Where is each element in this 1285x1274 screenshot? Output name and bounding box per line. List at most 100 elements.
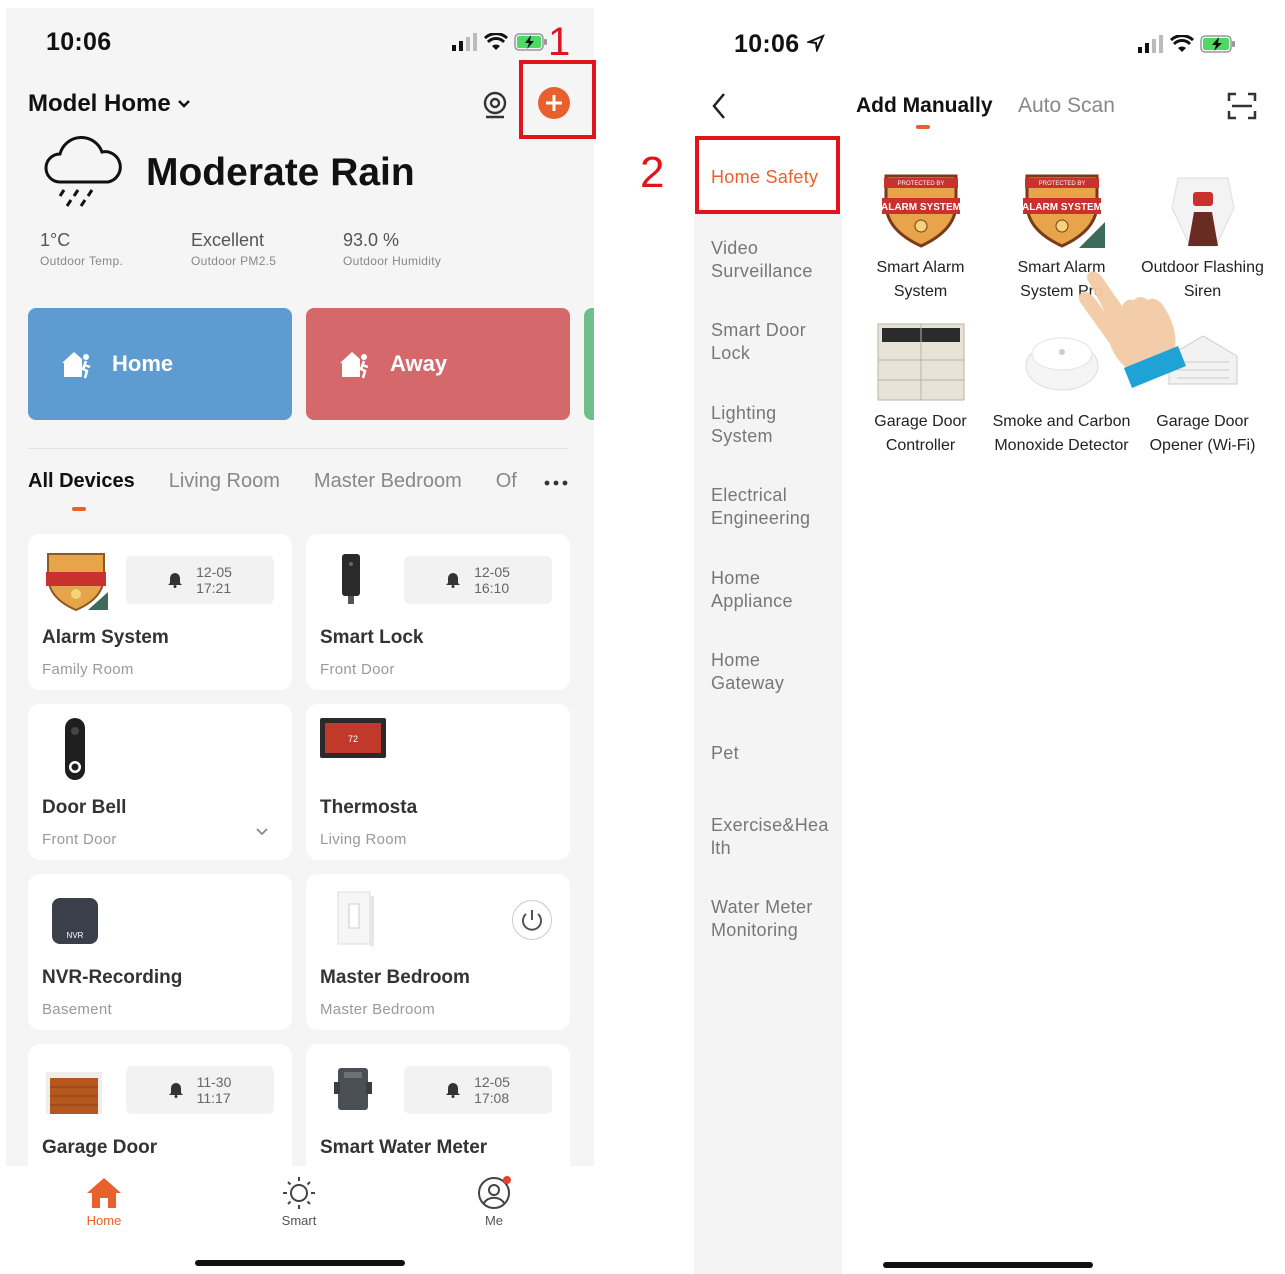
smart-lock-icon [342,554,360,604]
device-card-smart-lock[interactable]: 12-05 16:10 Smart Lock Front Door [306,534,570,690]
scene-away-label: Away [390,351,448,376]
scene-partial-card[interactable] [584,308,594,420]
profile-icon [478,1176,511,1209]
chevron-down-icon [177,100,190,108]
event-date: 12-05 [196,564,232,580]
category-electrical-engineering[interactable]: Electrical Engineering [711,484,829,530]
weather-pm25-label: Outdoor PM2.5 [191,254,277,268]
room-tabs: All Devices Living Room Master Bedroom O… [28,470,551,493]
water-meter-icon [334,1068,372,1110]
alarm-system-pro-badge-icon: PROTECTED BY ALARM SYSTEM [1022,174,1105,248]
tab-smart[interactable]: Smart [259,1176,339,1228]
category-exercise-health[interactable]: Exercise&Health [711,814,829,860]
bottom-tab-bar: Home Smart Me [6,1166,594,1274]
weather-condition: Moderate Rain [146,151,415,194]
power-button[interactable] [512,900,552,940]
annotation-box-2 [695,136,840,214]
status-time: 10:06 [46,28,112,56]
chevron-down-icon[interactable] [256,828,268,836]
weather-temp-value: 1°C [40,230,71,250]
category-video-surveillance[interactable]: Video Surveillance [711,237,829,283]
tab-add-manually[interactable]: Add Manually [856,94,993,118]
device-card-nvr[interactable]: NVR NVR-Recording Basement [28,874,292,1030]
tab-all-devices[interactable]: All Devices [28,470,135,493]
garage-event-badge: 11-30 11:17 [126,1066,274,1114]
wifi-icon [484,33,508,50]
tab-home-label: Home [86,1213,122,1228]
home-selector[interactable]: Model Home [28,90,191,118]
battery-charging-icon [514,33,547,51]
tab-master-bedroom[interactable]: Master Bedroom [314,470,462,493]
sun-icon [283,1177,315,1209]
event-time: 17:08 [474,1090,510,1106]
tab-me[interactable]: Me [454,1176,534,1228]
status-icons [452,32,548,52]
product-garage-door-controller[interactable]: Garage Door Controller [850,320,991,458]
bell-icon [168,573,183,588]
tab-office[interactable]: Of [496,470,517,493]
badge-protected-text: PROTECTED BY [1038,181,1085,187]
scan-icon[interactable] [1226,91,1258,121]
badge-protected-text: PROTECTED BY [897,181,944,187]
product-name: Smoke and Carbon Monoxide Detector [992,413,1131,454]
active-tab-indicator [916,125,930,129]
device-name: Garage Door [42,1137,158,1158]
category-home-appliance[interactable]: Home Appliance [711,567,811,613]
event-date: 12-05 [474,1074,510,1090]
alarm-system-badge-icon [46,553,108,612]
thermostat-icon: 72 [320,718,386,758]
location-arrow-icon [805,34,825,54]
event-date: 11-30 [196,1074,232,1090]
siren-icon [1170,177,1235,247]
category-lighting-system[interactable]: Lighting System [711,402,811,448]
category-pet[interactable]: Pet [711,742,739,765]
tap-hand-icon [1078,271,1186,388]
annotation-number-1: 1 [548,20,571,64]
device-name: Smart Lock [320,627,424,648]
product-name: Garage Door Controller [874,413,967,454]
home-indicator [195,1260,405,1266]
bell-icon [168,1083,183,1098]
product-name: Smart Alarm System [876,259,965,300]
door-bell-icon [65,718,85,780]
scene-away-button[interactable]: Away [306,308,570,420]
category-smart-door-lock[interactable]: Smart Door Lock [711,319,811,365]
tab-home[interactable]: Home [64,1176,144,1228]
tab-auto-scan[interactable]: Auto Scan [1018,94,1115,118]
weather-temp: 1°C Outdoor Temp. [40,230,123,268]
tab-living-room[interactable]: Living Room [169,470,280,493]
signal-icon [1138,35,1163,53]
device-card-alarm[interactable]: 12-05 17:21 Alarm System Family Room [28,534,292,690]
event-time: 17:21 [196,580,232,596]
back-arrow-icon[interactable] [710,92,730,120]
signal-icon [452,33,477,51]
power-icon [522,910,542,931]
scene-home-button[interactable]: Home [28,308,292,420]
weather-humidity-label: Outdoor Humidity [343,254,442,268]
more-tabs-button[interactable] [536,472,576,496]
rain-cloud-icon [44,136,122,207]
camera-icon[interactable] [482,91,508,119]
home-indicator [883,1262,1093,1268]
device-card-thermostat[interactable]: 72 Thermosta Living Room [306,704,570,860]
device-name: Master Bedroom [320,967,470,988]
weather-pm25: Excellent Outdoor PM2.5 [191,230,276,268]
event-time: 11:17 [196,1090,231,1106]
category-home-gateway[interactable]: Home Gateway [711,649,811,695]
product-smart-alarm-system[interactable]: PROTECTED BY ALARM SYSTEM Smart Alarm Sy… [850,166,991,304]
device-room: Master Bedroom [320,1001,436,1018]
device-room: Basement [42,1001,112,1018]
device-room: Front Door [320,661,395,678]
status-time: 10:06 [734,30,825,59]
device-name: Alarm System [42,627,169,648]
svg-text:72: 72 [348,734,358,744]
more-icon [544,480,568,486]
home-name: Model Home [28,90,171,117]
device-name: Door Bell [42,797,127,818]
device-card-door-bell[interactable]: Door Bell Front Door [28,704,292,860]
product-name: Garage Door Opener (Wi-Fi) [1149,413,1256,454]
house-icon [87,1178,121,1208]
home-person-icon [62,352,91,379]
device-card-master-bedroom[interactable]: Master Bedroom Master Bedroom [306,874,570,1030]
category-water-meter[interactable]: Water Meter Monitoring [711,896,829,942]
